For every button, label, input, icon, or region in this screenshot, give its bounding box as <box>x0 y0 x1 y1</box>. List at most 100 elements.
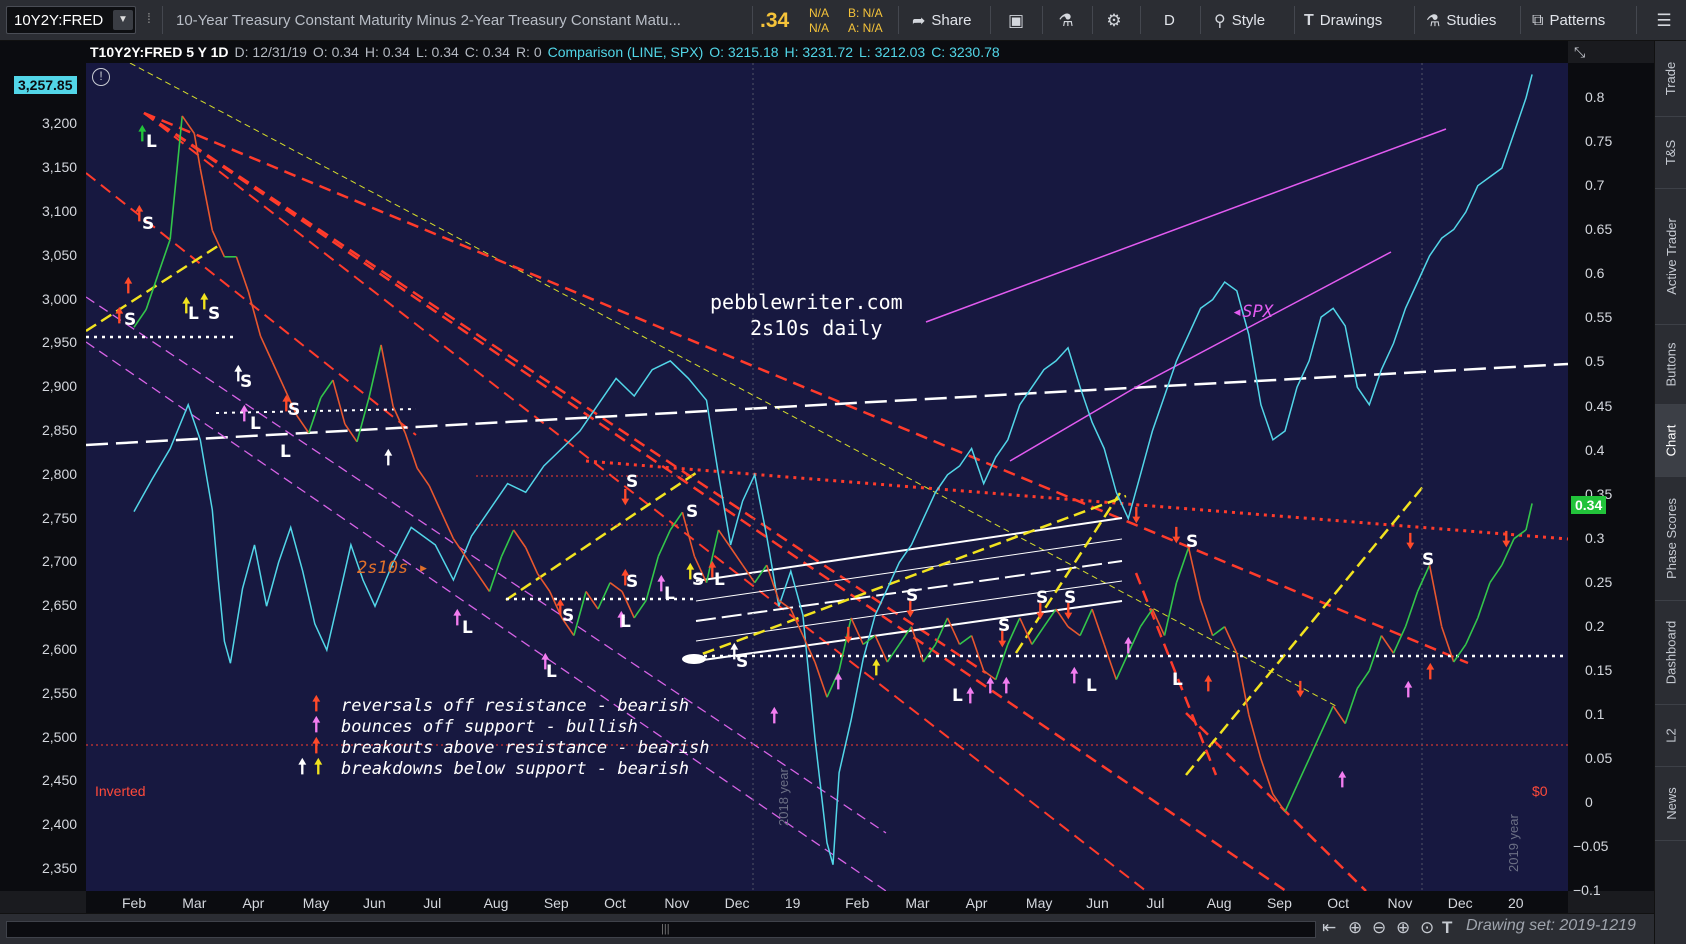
spx-annotation: ◂SPX <box>1232 302 1273 322</box>
pan-left-icon[interactable]: ⇤ <box>1322 918 1336 938</box>
red-arrow-icon: 🠕 <box>124 275 133 297</box>
time-tick-label: Aug <box>1206 895 1232 911</box>
series-segment-2s10s <box>1308 732 1322 760</box>
series-segment-2s10s <box>1175 547 1190 583</box>
time-tick-label: Mar <box>182 895 207 911</box>
bar-range: R: 0 <box>515 44 542 60</box>
right-price-axis[interactable] <box>1568 63 1654 891</box>
red-arrow-icon: 🠕 <box>312 735 321 757</box>
pink-arrow-icon: 🠕 <box>770 705 779 727</box>
series-segment-2s10s <box>1404 591 1419 627</box>
time-tick-label: Sep <box>543 895 569 911</box>
flask-icon[interactable]: ⚗ <box>1052 7 1080 35</box>
red-arrow-icon: 🠗 <box>1502 529 1511 551</box>
collapse-icon[interactable]: ⤡ <box>1574 44 1585 61</box>
bid-price: B: N/A <box>848 6 883 20</box>
trendline <box>1185 712 1367 891</box>
left-tick-label: 3,000 <box>42 290 78 307</box>
legend-item: bounces off support - bullish <box>341 717 638 737</box>
series-segment-2s10s <box>1465 617 1479 645</box>
gear-icon[interactable]: ⚙ <box>1100 7 1128 35</box>
series-tag-text: 2s10s <box>357 558 409 578</box>
series-segment-2s10s <box>1163 582 1178 636</box>
left-tick-label: 2,950 <box>42 334 78 351</box>
series-segment-2s10s <box>1296 758 1310 786</box>
toolbar-divider <box>1140 6 1141 34</box>
low-marker: L <box>188 304 199 324</box>
horizontal-scrollbar[interactable]: ||| <box>6 921 1316 938</box>
chart-header: T10Y2Y:FRED 5 Y 1D D: 12/31/19 O: 0.34 H… <box>86 41 1568 63</box>
last-price: .34 <box>760 9 790 32</box>
crosshair-icon[interactable]: ⊕ <box>1348 918 1362 938</box>
zoom-out-icon[interactable]: ⊖ <box>1372 918 1386 938</box>
right-tick-label: 0.75 <box>1585 133 1613 150</box>
info-icon[interactable]: ! <box>92 68 110 86</box>
series-segment-2s10s <box>157 238 171 275</box>
toolbar-divider <box>1520 6 1521 34</box>
series-segment-2s10s <box>1223 626 1238 654</box>
aggregation-button[interactable]: D <box>1158 6 1181 35</box>
left-tick-label: 2,400 <box>42 816 78 833</box>
pink-arrow-icon: 🠕 <box>453 607 462 629</box>
series-segment-2s10s <box>1284 784 1298 813</box>
sidebar-tab-trade[interactable]: Trade <box>1655 41 1686 117</box>
zoom-fit-icon[interactable]: ⊙ <box>1420 918 1434 938</box>
pink-arrow-icon: 🠕 <box>1338 769 1347 791</box>
low-marker: L <box>250 414 261 434</box>
series-annotation: 2s10s ▸ <box>357 558 429 578</box>
red-arrow-icon: 🠗 <box>621 487 630 509</box>
left-tick-label: 3,050 <box>42 246 78 263</box>
sidebar-tab-chart[interactable]: Chart <box>1655 405 1686 477</box>
menu-icon[interactable]: ☰ <box>1650 7 1678 35</box>
sidebar-tab-phase-scores[interactable]: Phase Scores <box>1655 477 1686 601</box>
series-segment-2s10s <box>512 529 527 548</box>
series-segment-2s10s <box>404 432 418 469</box>
low-marker: L <box>952 686 963 706</box>
sidebar-tab-dashboard[interactable]: Dashboard <box>1655 601 1686 705</box>
pink-arrow-icon: 🠕 <box>1002 675 1011 697</box>
comparison-study[interactable]: Comparison (LINE, SPX) <box>548 44 710 60</box>
style-button[interactable]: ⚲ Style <box>1208 6 1271 35</box>
chart-settings-icon[interactable]: ▣ <box>1002 7 1030 35</box>
series-segment-2s10s <box>1392 626 1407 654</box>
toolbar-grip-icon[interactable]: ⁞ <box>147 10 151 26</box>
time-tick-label: 19 <box>784 895 801 911</box>
drawings-label: Drawings <box>1319 12 1383 29</box>
symbol-input[interactable]: 10Y2Y:FRED ▼ <box>6 6 136 34</box>
left-tick-label: 2,700 <box>42 553 78 570</box>
series-segment-2s10s <box>332 379 346 425</box>
comparison-open: O: 3215.18 <box>709 44 779 60</box>
time-tick-label: Aug <box>483 895 509 911</box>
drawings-button[interactable]: T Drawings <box>1298 6 1388 35</box>
symbol-dropdown-icon[interactable]: ▼ <box>113 10 133 30</box>
patterns-button[interactable]: ⧉ Patterns <box>1526 6 1611 35</box>
studies-button[interactable]: ⚗ Studies <box>1420 6 1502 35</box>
sidebar-tab-label: Active Trader <box>1663 218 1679 295</box>
short-marker: S <box>240 372 253 392</box>
zoom-in-icon[interactable]: ⊕ <box>1396 918 1410 938</box>
share-button[interactable]: ➦ Share <box>906 6 977 35</box>
series-segment-2s10s <box>633 599 647 619</box>
sidebar-tab-buttons[interactable]: Buttons <box>1655 325 1686 405</box>
sidebar-tab-ts[interactable]: T&S <box>1655 117 1686 189</box>
sidebar-tab-l2[interactable]: L2 <box>1655 705 1686 767</box>
short-marker: S <box>288 400 301 420</box>
drawing-tool-icon[interactable]: T <box>1442 918 1452 938</box>
right-tick-label: −0.05 <box>1573 837 1609 854</box>
pink-arrow-icon: 🠕 <box>312 714 321 736</box>
series-segment-2s10s <box>802 635 816 663</box>
time-tick-label: May <box>302 895 330 911</box>
pink-arrow-icon: 🠕 <box>986 675 995 697</box>
inverted-label: Inverted <box>95 783 146 799</box>
series-segment-2s10s <box>476 573 491 592</box>
chart-plot-area[interactable] <box>86 63 1568 891</box>
toolbar-divider <box>162 6 163 34</box>
drawing-set-label: Drawing set: 2019-1219 <box>1466 917 1636 934</box>
sidebar-tab-active-trader[interactable]: Active Trader <box>1655 189 1686 325</box>
series-segment-2s10s <box>1187 547 1202 601</box>
spx-tag-text: SPX <box>1242 302 1273 322</box>
scrollbar-thumb[interactable]: ||| <box>21 923 1291 935</box>
sidebar-tab-news[interactable]: News <box>1655 767 1686 841</box>
series-segment-2s10s <box>1525 503 1533 531</box>
red-arrow-icon: 🠗 <box>1172 525 1181 547</box>
